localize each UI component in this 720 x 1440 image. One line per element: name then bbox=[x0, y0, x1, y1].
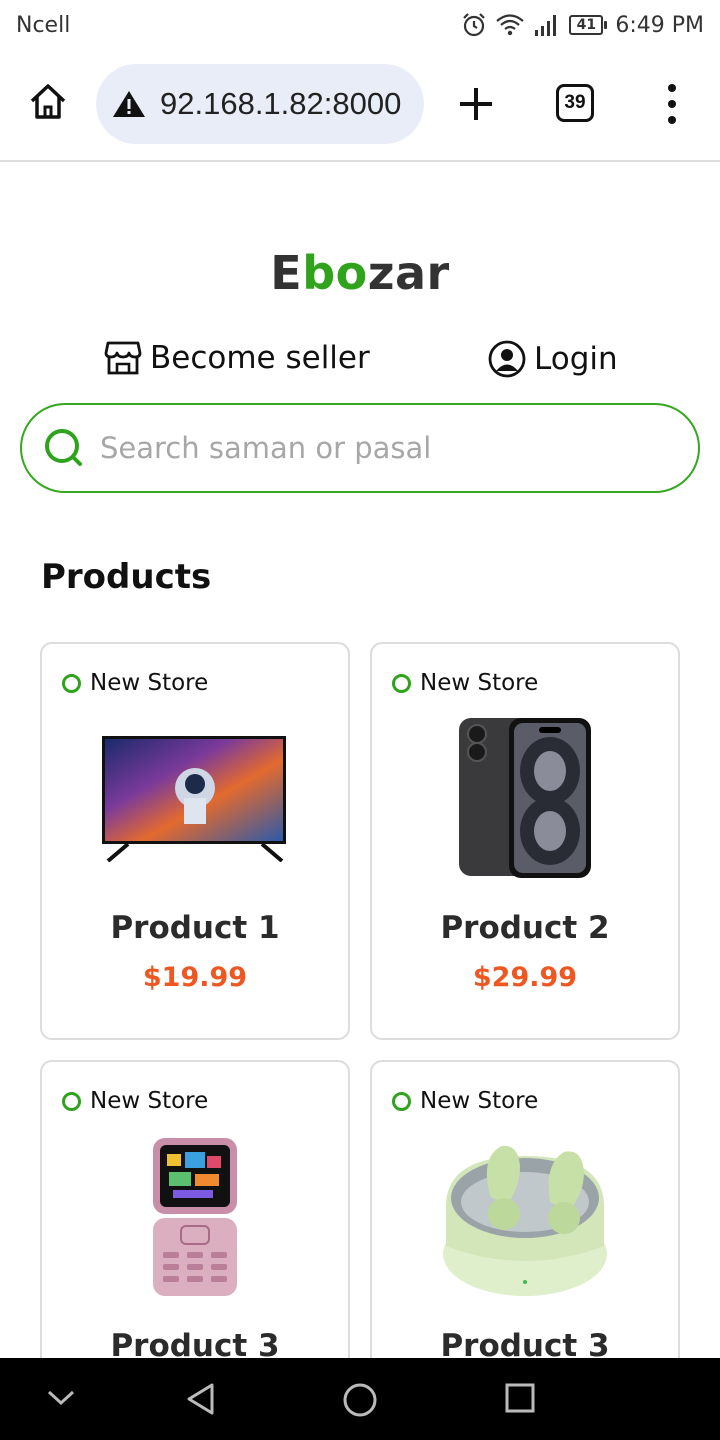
tv-product-image bbox=[102, 736, 286, 862]
store-badge: New Store bbox=[62, 1088, 208, 1114]
store-status-dot bbox=[62, 1091, 81, 1111]
url-text: 92.168.1.82:8000 bbox=[160, 86, 402, 121]
status-bar: Ncell 41 6:49 PM bbox=[0, 0, 720, 50]
signal-icon bbox=[535, 15, 557, 36]
login-link[interactable]: Login bbox=[488, 340, 618, 378]
store-status-dot bbox=[62, 673, 81, 693]
back-icon[interactable] bbox=[184, 1382, 218, 1416]
smartphone-product-image bbox=[459, 718, 591, 878]
login-label: Login bbox=[534, 341, 618, 377]
recents-icon[interactable] bbox=[504, 1382, 536, 1414]
product-name: Product 2 bbox=[440, 910, 610, 946]
clock: 6:49 PM bbox=[615, 12, 704, 38]
status-icons: 41 6:49 PM bbox=[461, 12, 704, 38]
product-price: $29.99 bbox=[472, 962, 578, 993]
product-card[interactable]: New Store Product 1 $19.99 bbox=[40, 642, 350, 1040]
toolbar-divider bbox=[0, 160, 720, 162]
become-seller-link[interactable]: Become seller bbox=[104, 340, 370, 376]
search-input[interactable] bbox=[100, 431, 660, 465]
product-price: $19.99 bbox=[142, 962, 248, 993]
more-options-icon[interactable] bbox=[662, 82, 682, 126]
flip-phone-product-image bbox=[153, 1138, 237, 1296]
home-nav-icon[interactable] bbox=[342, 1382, 378, 1418]
hide-keyboard-chevron-icon[interactable] bbox=[46, 1388, 76, 1408]
store-status-dot bbox=[392, 673, 411, 693]
tab-switcher-button[interactable]: 39 bbox=[556, 84, 594, 122]
become-seller-label: Become seller bbox=[150, 340, 370, 376]
product-name: Product 1 bbox=[110, 910, 280, 946]
new-tab-icon[interactable] bbox=[456, 84, 496, 124]
home-icon[interactable] bbox=[28, 82, 68, 122]
search-icon bbox=[45, 429, 82, 466]
product-card[interactable]: New Store Product 2 $29.99 bbox=[370, 642, 680, 1040]
system-navigation-bar bbox=[0, 1358, 720, 1440]
store-badge: New Store bbox=[392, 670, 538, 696]
products-heading: Products bbox=[41, 557, 212, 597]
earbuds-product-image bbox=[443, 1145, 607, 1296]
wifi-icon bbox=[496, 14, 525, 36]
alarm-icon bbox=[463, 13, 486, 37]
header-links: Become seller Login bbox=[0, 340, 720, 384]
store-status-dot bbox=[392, 1091, 411, 1111]
user-icon bbox=[488, 340, 526, 378]
store-badge: New Store bbox=[62, 670, 208, 696]
search-bar[interactable] bbox=[20, 403, 700, 493]
address-bar[interactable]: 92.168.1.82:8000 bbox=[96, 64, 424, 144]
store-icon bbox=[104, 341, 142, 375]
battery-icon: 41 bbox=[569, 15, 608, 35]
store-badge: New Store bbox=[392, 1088, 538, 1114]
warning-icon[interactable] bbox=[112, 89, 146, 119]
browser-toolbar: 92.168.1.82:8000 39 bbox=[0, 58, 720, 150]
brand-logo[interactable]: Ebozar bbox=[0, 246, 720, 300]
carrier-name: Ncell bbox=[16, 12, 71, 38]
